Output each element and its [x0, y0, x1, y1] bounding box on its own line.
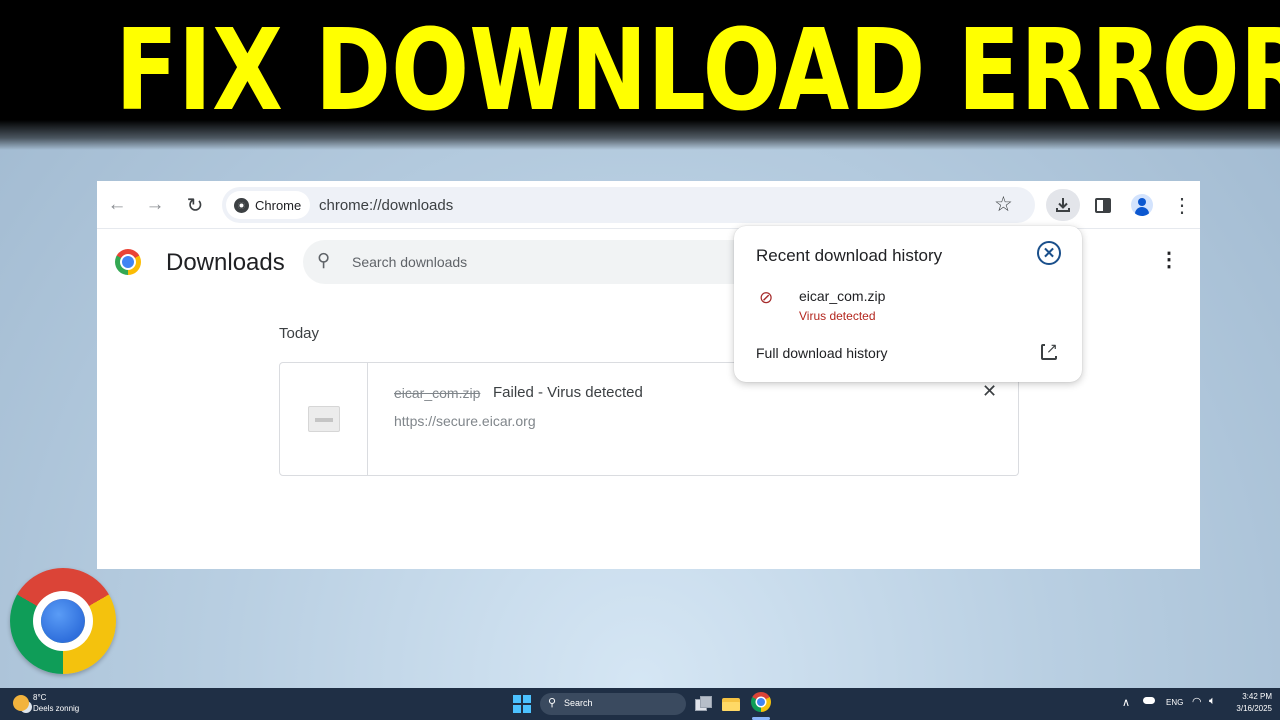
more-vert-icon[interactable]: ⋮ — [1159, 247, 1179, 272]
page-title: Downloads — [166, 249, 285, 276]
popup-filename[interactable]: eicar_com.zip — [799, 288, 885, 304]
more-vert-icon: ⋮ — [1172, 194, 1192, 217]
site-info-label: Chrome — [255, 197, 302, 213]
popup-title: Recent download history — [756, 246, 943, 265]
cloud-icon[interactable] — [1143, 697, 1155, 704]
clock-time[interactable]: 3:42 PM — [1232, 692, 1272, 701]
browser-menu-button[interactable]: ⋮ — [1165, 189, 1199, 221]
weather-desc[interactable]: Deels zonnig — [33, 704, 79, 713]
search-downloads-input[interactable]: ⚲ Search downloads — [303, 240, 763, 284]
download-icon — [1056, 198, 1070, 212]
star-icon[interactable]: ☆ — [994, 192, 1013, 217]
back-button[interactable]: ← — [105, 193, 129, 217]
chevron-up-icon[interactable]: ∧ — [1122, 696, 1130, 709]
download-bubble: Recent download history ✕ ⊘ eicar_com.zi… — [734, 226, 1082, 382]
search-placeholder: Search downloads — [352, 254, 468, 270]
address-bar[interactable]: Chrome chrome://downloads ☆ — [222, 187, 1035, 223]
download-status: Failed - Virus detected — [493, 384, 643, 401]
arrow-left-icon: ← — [107, 194, 127, 215]
popup-file-status: Virus detected — [799, 309, 876, 323]
forward-button[interactable]: → — [143, 193, 167, 217]
reload-icon: ↻ — [186, 194, 204, 217]
browser-toolbar: ← → ↻ Chrome chrome://downloads ☆ ⋮ — [97, 181, 1200, 229]
download-filename[interactable]: eicar_com.zip — [394, 385, 480, 401]
search-icon: ⚲ — [548, 697, 557, 709]
download-source-url[interactable]: https://secure.eicar.org — [394, 413, 536, 429]
remove-download-button[interactable]: ✕ — [982, 381, 997, 402]
chrome-taskbar-icon[interactable] — [751, 692, 771, 712]
volume-icon[interactable]: 🔈︎ — [1209, 695, 1216, 708]
date-section-label: Today — [279, 325, 320, 342]
title-banner: FIX DOWNLOAD ERROR — [0, 0, 1280, 150]
url-text[interactable]: chrome://downloads — [319, 197, 453, 214]
file-explorer-icon[interactable] — [721, 694, 741, 714]
side-panel-button[interactable] — [1086, 189, 1120, 221]
file-icon — [307, 406, 340, 432]
close-popup-button[interactable]: ✕ — [1037, 241, 1061, 265]
weather-temp[interactable]: 8°C — [33, 693, 46, 702]
search-icon: ⚲ — [317, 250, 331, 270]
full-download-history-link[interactable]: Full download history — [756, 345, 888, 361]
reload-button[interactable]: ↻ — [183, 193, 207, 217]
chrome-icon — [234, 197, 249, 213]
profile-button[interactable] — [1125, 189, 1159, 221]
taskbar: 8°C Deels zonnig ⚲ Search ∧ ENG ◠ 🔈︎ 3:4… — [0, 688, 1280, 720]
clock-date[interactable]: 3/16/2025 — [1222, 704, 1272, 713]
taskbar-search-label: Search — [564, 698, 593, 708]
taskbar-search[interactable]: ⚲ Search — [540, 693, 686, 715]
side-panel-icon — [1095, 197, 1111, 213]
open-in-new-icon[interactable] — [1041, 340, 1058, 360]
site-info-chip[interactable]: Chrome — [226, 191, 310, 219]
windows-start-icon[interactable] — [513, 695, 531, 713]
warning-icon: ⊘ — [759, 288, 774, 307]
language-indicator[interactable]: ENG — [1166, 698, 1183, 707]
downloads-button[interactable] — [1046, 189, 1080, 221]
banner-title: FIX DOWNLOAD ERROR — [115, 6, 1280, 136]
weather-icon[interactable] — [13, 695, 29, 711]
file-icon-column — [280, 363, 368, 475]
chrome-logo-icon — [10, 568, 116, 674]
arrow-right-icon: → — [145, 194, 165, 215]
wifi-icon[interactable]: ◠ — [1192, 695, 1202, 708]
chrome-logo-icon — [115, 249, 141, 275]
close-icon: ✕ — [1042, 244, 1056, 262]
task-view-icon[interactable] — [693, 694, 713, 714]
profile-icon — [1131, 194, 1153, 216]
